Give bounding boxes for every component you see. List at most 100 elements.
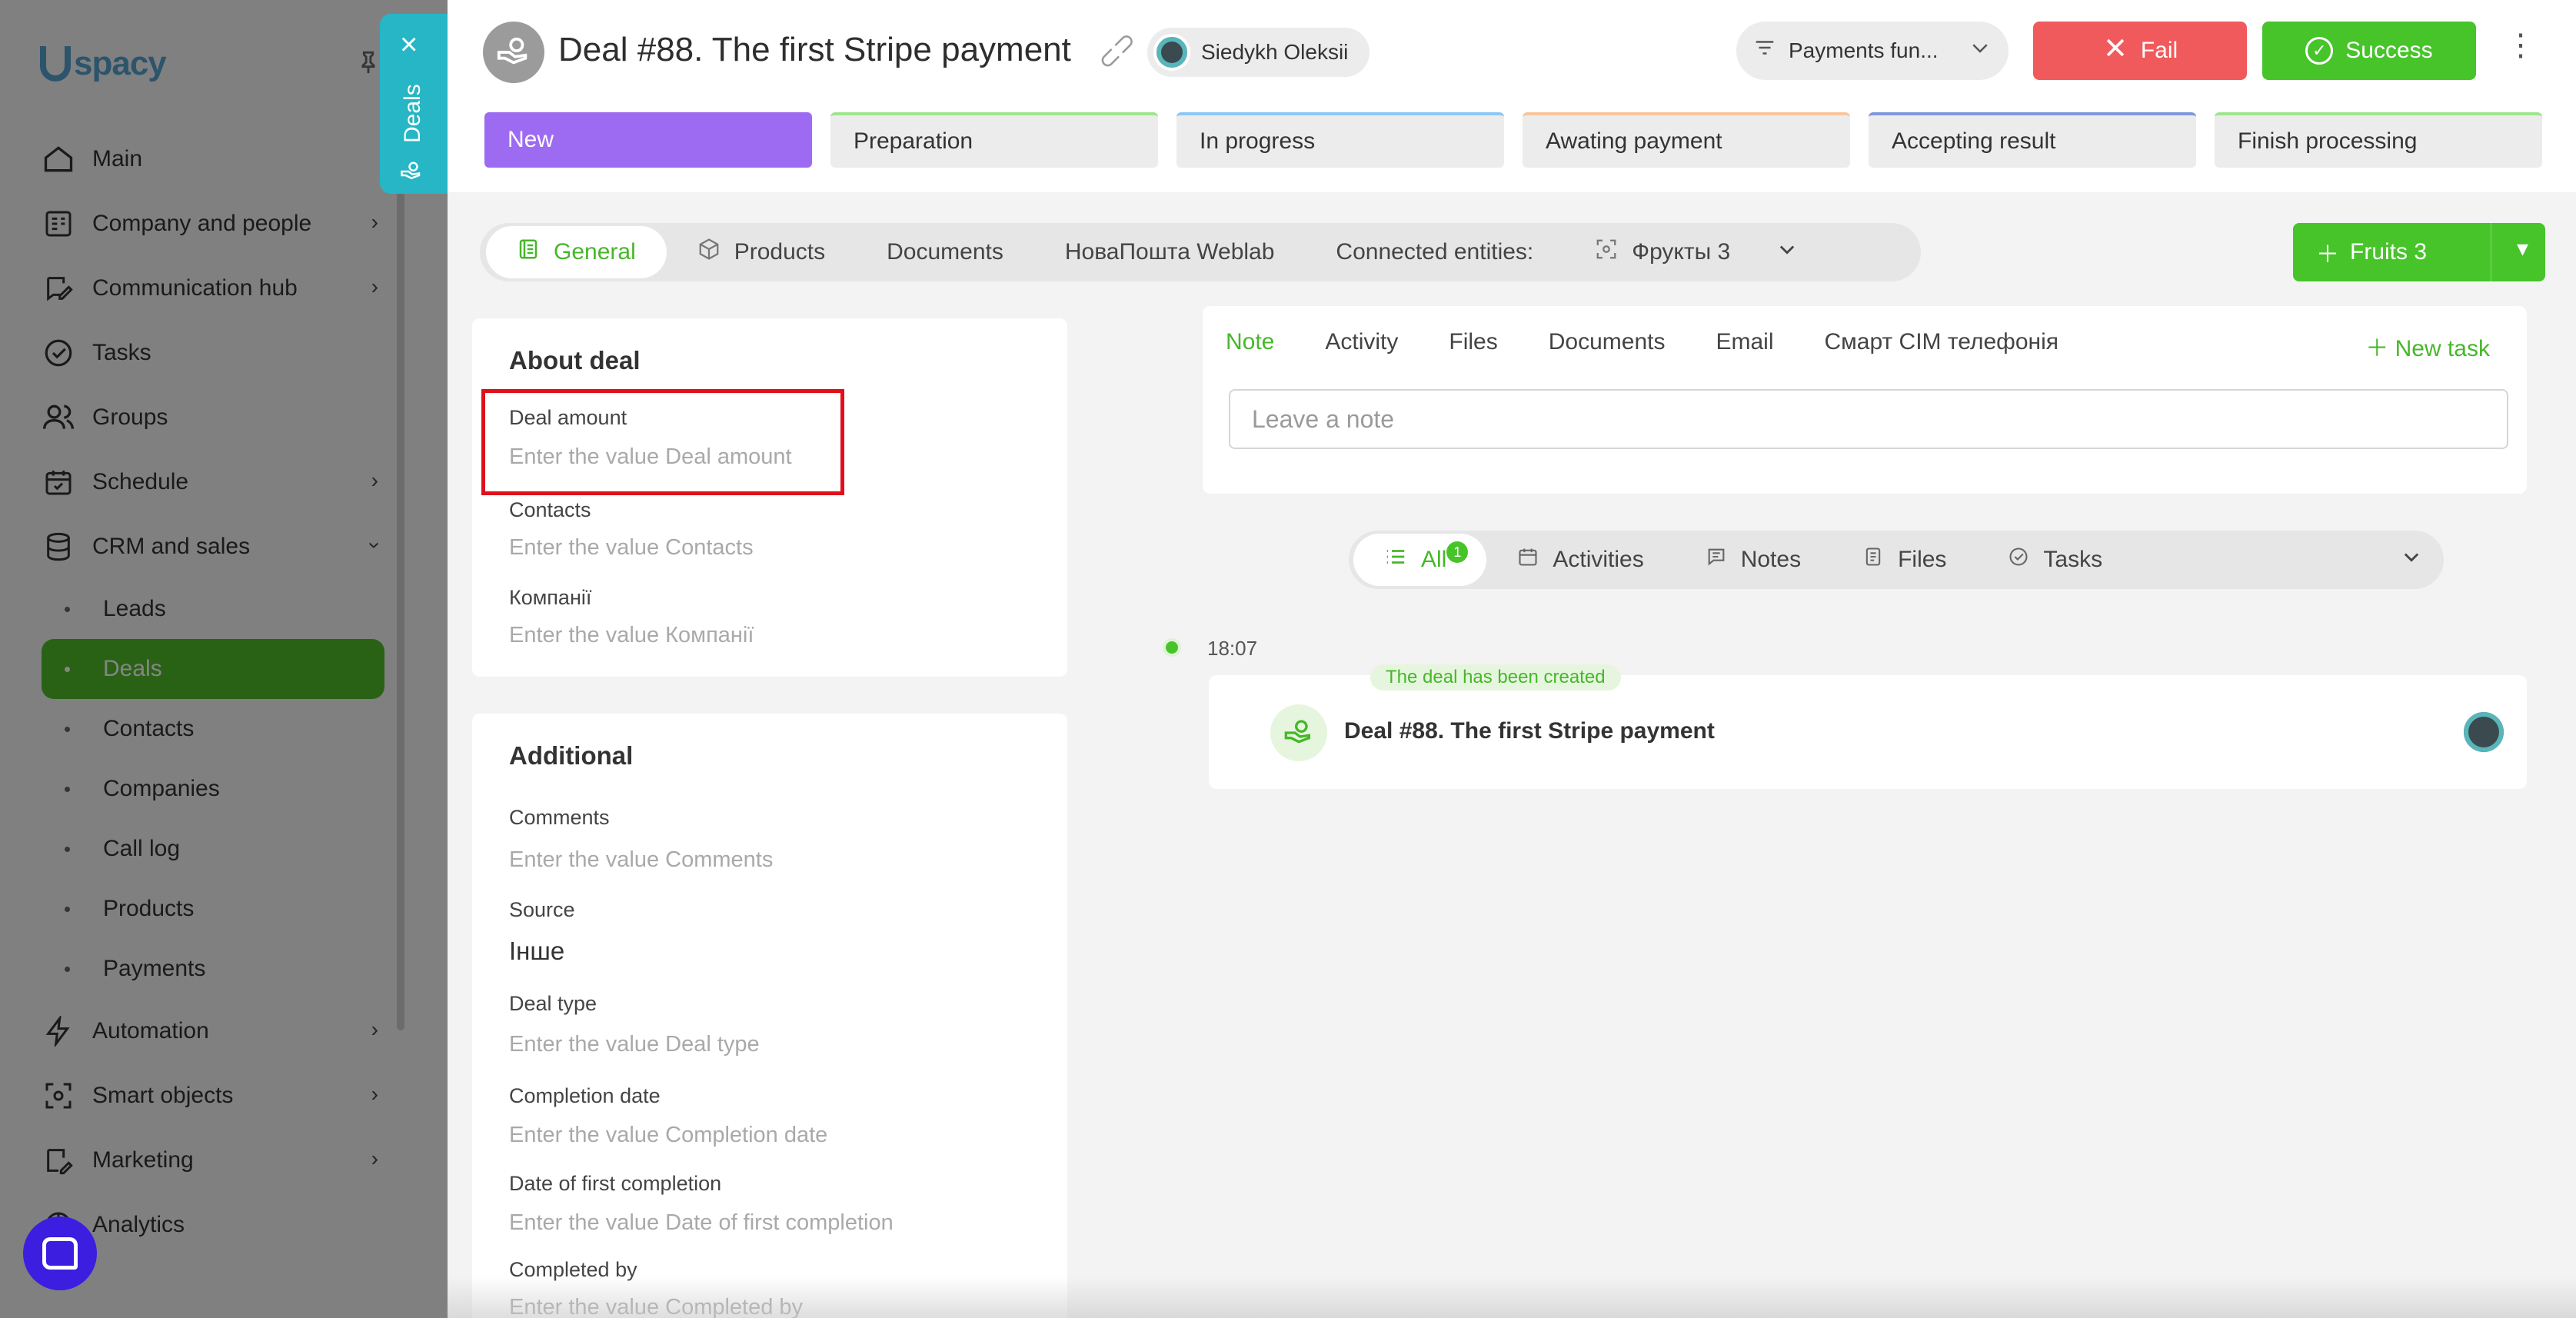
plus-icon: ＋ [2316, 242, 2339, 268]
sidebar-item-automation[interactable]: Automation › [42, 999, 395, 1063]
stage-preparation[interactable]: Preparation [830, 112, 1158, 168]
tab-documents[interactable]: Documents [856, 226, 1034, 278]
activity-composer: Note Activity Files Documents Email Смар… [1203, 306, 2527, 494]
first-completion-date-field[interactable]: Enter the value Date of first completion [509, 1210, 894, 1236]
tab-general[interactable]: General [486, 226, 667, 278]
sidebar-subitem-call-log[interactable]: Call log [42, 819, 395, 879]
sidebar-item-company-and-people[interactable]: Company and people › [42, 191, 395, 256]
fail-button[interactable]: Fail [2033, 22, 2247, 80]
check-circle-icon [2008, 546, 2029, 574]
close-icon[interactable]: × [400, 29, 418, 60]
sidebar-nav: Main Company and people › Communication … [42, 127, 395, 1257]
deals-side-tab[interactable]: × Deals [380, 14, 448, 194]
about-deal-card: About deal Deal amount Enter the value D… [472, 318, 1067, 677]
composer-tab-sim-telephony[interactable]: Смарт СІМ телефонія [1824, 329, 2058, 355]
chevron-right-icon: › [371, 210, 378, 234]
link-icon[interactable]: ⊂⊃ [1090, 25, 1143, 78]
deal-hand-icon [1270, 704, 1327, 761]
sidebar-item-schedule[interactable]: Schedule › [42, 450, 395, 514]
sidebar-item-tasks[interactable]: Tasks [42, 321, 395, 385]
chat-widget-button[interactable] [23, 1216, 97, 1290]
timeline-event-card[interactable]: Deal #88. The first Stripe payment [1209, 675, 2527, 789]
more-options-icon[interactable]: ⋮ [2505, 28, 2536, 63]
deal-avatar [483, 22, 544, 83]
note-icon [1706, 546, 1727, 574]
note-input[interactable] [1229, 389, 2508, 449]
timeline-filter-bar: All 1 Activities Notes Files Tasks [1349, 531, 2444, 589]
composer-tab-activity[interactable]: Activity [1325, 329, 1398, 355]
filter-files[interactable]: Files [1832, 534, 1977, 586]
sidebar-item-label: Smart objects [92, 1083, 234, 1108]
deal-type-field[interactable]: Enter the value Deal type [509, 1032, 760, 1057]
tab-novaposhta[interactable]: НоваПошта Weblab [1034, 226, 1306, 278]
avatar [1153, 34, 1190, 71]
deal-hand-icon [400, 160, 423, 189]
success-button[interactable]: ✓ Success [2262, 22, 2476, 80]
check-icon: ✓ [2305, 37, 2334, 65]
stage-in-progress[interactable]: In progress [1177, 112, 1504, 168]
fruits-create-button[interactable]: ＋ Fruits 3 ▾ [2293, 223, 2545, 281]
additional-card: Additional Comments Enter the value Comm… [472, 714, 1067, 1318]
stage-finish-processing[interactable]: Finish processing [2215, 112, 2542, 168]
sidebar-item-label: Tasks [92, 340, 151, 365]
sidebar-subitem-companies[interactable]: Companies [42, 759, 395, 819]
card-title: About deal [509, 346, 641, 374]
sidebar-item-communication-hub[interactable]: Communication hub › [42, 256, 395, 321]
completion-date-field[interactable]: Enter the value Completion date [509, 1123, 827, 1148]
sidebar-scrollbar[interactable] [397, 46, 404, 1030]
sidebar-item-crm-and-sales[interactable]: CRM and sales › [42, 514, 395, 579]
sidebar-subitem-products[interactable]: Products [42, 879, 395, 939]
timeline-event-title[interactable]: Deal #88. The first Stripe payment [1344, 718, 1715, 744]
sidebar-item-label: Analytics [92, 1212, 185, 1237]
sidebar-item-groups[interactable]: Groups [42, 385, 395, 450]
sidebar-subitem-contacts[interactable]: Contacts [42, 699, 395, 759]
contacts-field[interactable]: Enter the value Contacts [509, 535, 754, 561]
pin-icon[interactable] [355, 49, 381, 75]
sidebar-subitem-leads[interactable]: Leads [42, 579, 395, 639]
funnel-select[interactable]: Payments fun... [1736, 22, 2009, 80]
deal-type-label: Deal type [509, 992, 597, 1015]
filter-activities[interactable]: Activities [1486, 534, 1674, 586]
tabs-more-dropdown[interactable] [1761, 226, 1813, 278]
stage-accepting-result[interactable]: Accepting result [1869, 112, 2196, 168]
composer-tab-documents[interactable]: Documents [1549, 329, 1666, 355]
sidebar-subitem-payments[interactable]: Payments [42, 939, 395, 999]
companies-field[interactable]: Enter the value Компанії [509, 623, 754, 648]
composer-tabs: Note Activity Files Documents Email Смар… [1226, 329, 2058, 355]
filter-notes[interactable]: Notes [1675, 534, 1832, 586]
chevron-down-icon[interactable] [2401, 546, 2439, 574]
completed-by-field[interactable]: Enter the value Completed by [509, 1295, 803, 1318]
composer-tab-email[interactable]: Email [1716, 329, 1773, 355]
completed-by-label: Completed by [509, 1258, 637, 1281]
source-field[interactable]: Інше [509, 937, 564, 966]
tab-connected-entities[interactable]: Connected entities: [1305, 226, 1564, 278]
sidebar-item-smart-objects[interactable]: Smart objects › [42, 1063, 395, 1128]
building-icon [42, 207, 75, 241]
caret-down-icon[interactable]: ▾ [2517, 235, 2528, 262]
deal-header: Deal #88. The first Stripe payment ⊂⊃ Si… [448, 0, 2576, 192]
calendar-icon [1517, 546, 1539, 574]
comments-field[interactable]: Enter the value Comments [509, 847, 773, 873]
stage-new[interactable]: New [484, 112, 812, 168]
smart-object-icon [42, 1079, 75, 1113]
filter-tasks[interactable]: Tasks [1977, 534, 2133, 586]
first-completion-date-label: Date of first completion [509, 1172, 722, 1195]
deal-title[interactable]: Deal #88. The first Stripe payment [558, 31, 1071, 69]
stage-awaiting-payment[interactable]: Awating payment [1523, 112, 1850, 168]
tab-products[interactable]: Products [667, 226, 856, 278]
chevron-down-icon [1969, 36, 1992, 65]
filter-all[interactable]: All 1 [1353, 534, 1487, 586]
new-task-button[interactable]: ＋ New task [2365, 329, 2490, 363]
tab-fruits[interactable]: Фрукты 3 [1564, 226, 1761, 278]
sidebar-item-marketing[interactable]: Marketing › [42, 1128, 395, 1193]
chevron-right-icon: › [371, 1017, 378, 1041]
chevron-right-icon: › [371, 1082, 378, 1106]
composer-tab-files[interactable]: Files [1449, 329, 1497, 355]
check-circle-icon [42, 336, 75, 370]
composer-tab-note[interactable]: Note [1226, 329, 1274, 355]
responsible-user-chip[interactable]: Siedykh Oleksii [1147, 28, 1370, 77]
sidebar-item-main[interactable]: Main [42, 127, 395, 191]
database-icon [42, 530, 75, 564]
sidebar-subitem-deals[interactable]: Deals [42, 639, 384, 699]
app-logo[interactable]: spacy [40, 45, 167, 83]
